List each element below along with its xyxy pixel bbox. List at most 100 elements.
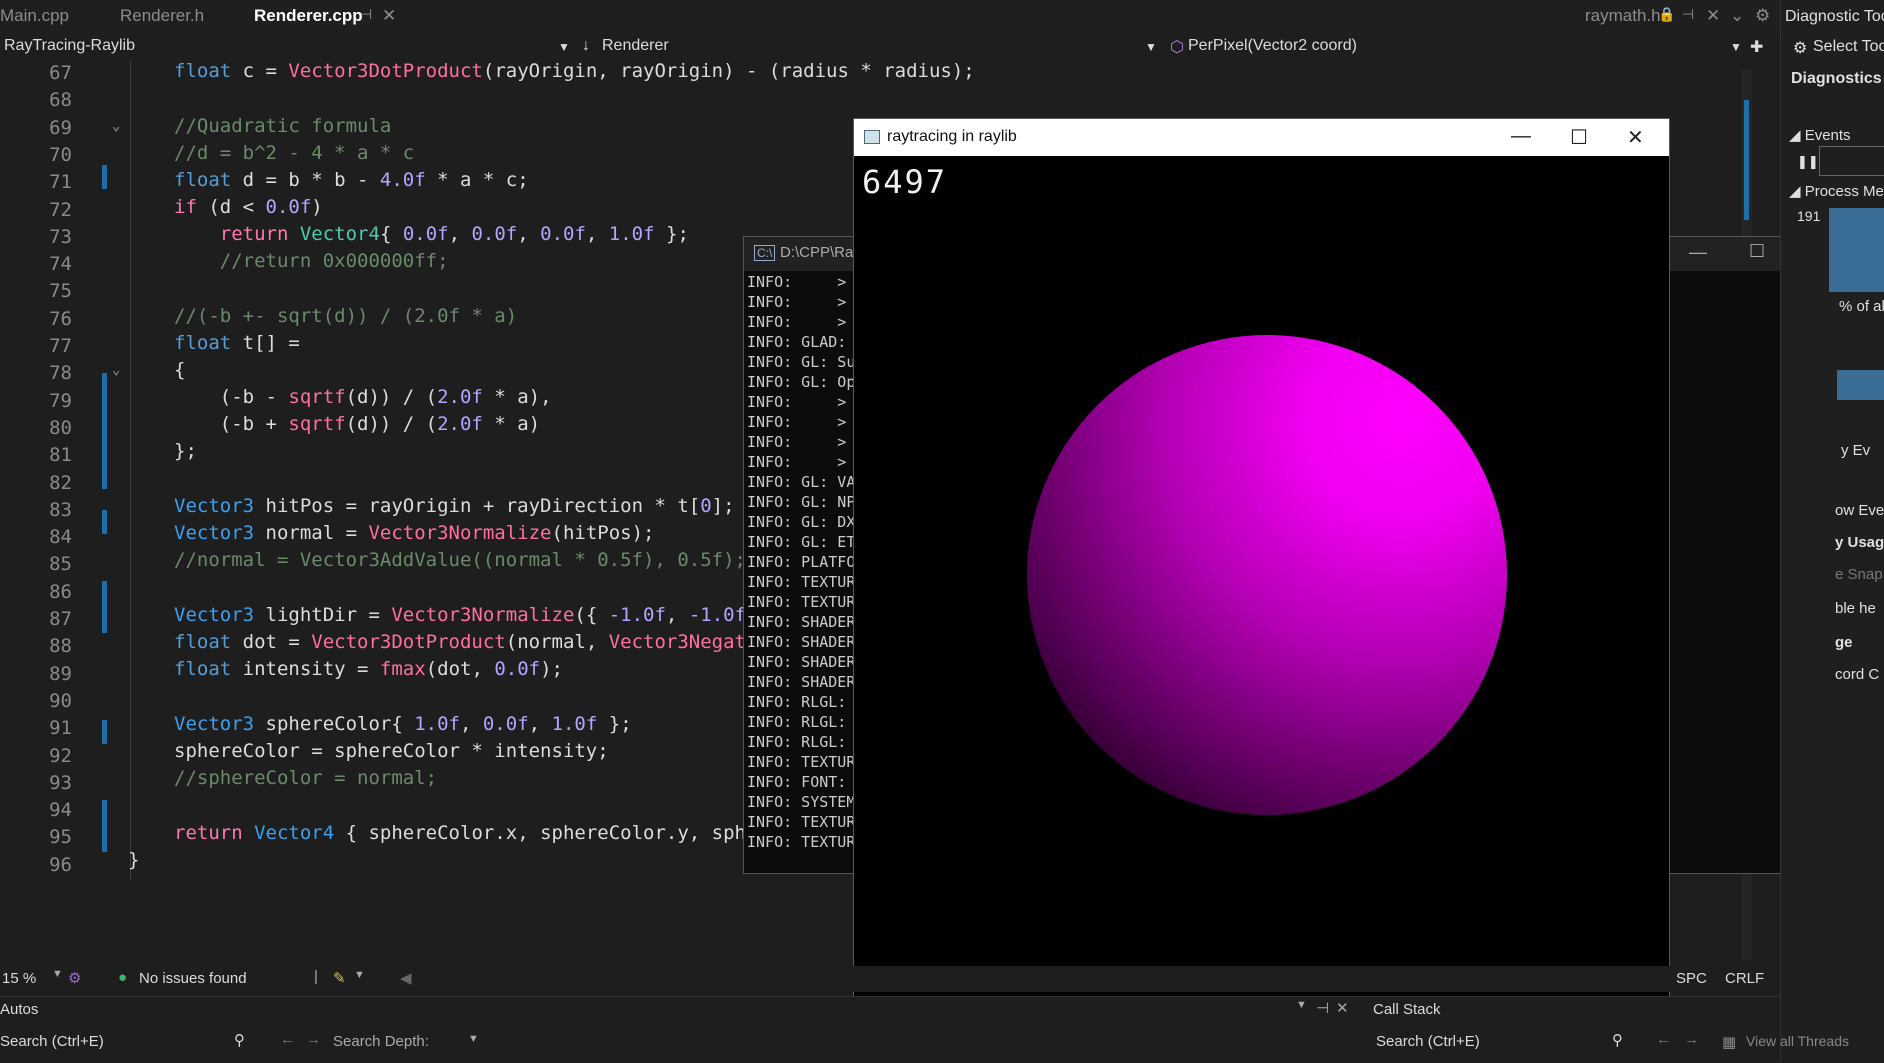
line-number: 83 <box>49 498 72 521</box>
line-number: 78 <box>49 362 72 385</box>
line-number: 77 <box>49 335 72 357</box>
rendered-sphere <box>1027 335 1507 815</box>
chevron-down-icon[interactable]: ▼ <box>1145 40 1157 54</box>
console-line: INFO: RLGL: <box>747 733 847 751</box>
console-line: INFO: GL: VA <box>747 473 856 491</box>
scroll-thumb[interactable] <box>1744 100 1749 220</box>
scroll-left-icon[interactable]: ◀ <box>400 969 412 987</box>
minimize-icon[interactable]: — <box>1689 242 1707 263</box>
split-icon[interactable]: ✚ <box>1750 37 1763 57</box>
raytracing-titlebar[interactable]: raytracing in raylib — ☐ ✕ <box>854 119 1669 156</box>
search-icon[interactable]: ⚲ <box>234 1031 245 1049</box>
line-ending-indicator[interactable]: CRLF <box>1725 970 1764 987</box>
events-header[interactable]: ◢ Events <box>1789 126 1851 144</box>
summary-item-3[interactable]: e Snap <box>1835 566 1883 583</box>
autos-search-input[interactable]: Search (Ctrl+E) <box>0 1033 104 1050</box>
arrow-left-icon[interactable]: ← <box>280 1031 295 1048</box>
summary-tabs[interactable]: y Ev <box>1841 442 1870 459</box>
change-marker <box>102 581 107 633</box>
console-line: INFO: TEXTUR <box>747 813 856 831</box>
minimize-icon[interactable]: — <box>1511 125 1531 148</box>
chevron-down-icon[interactable]: ▼ <box>1296 999 1307 1011</box>
chevron-down-icon[interactable]: ▼ <box>558 40 570 54</box>
lock-icon: 🔒 <box>1658 6 1676 22</box>
console-line: INFO: TEXTUR <box>747 593 856 611</box>
panel-title: Diagnostic Too <box>1785 8 1884 25</box>
pin-icon[interactable]: ⊣ <box>1316 999 1329 1017</box>
summary-item-6[interactable]: cord C <box>1835 666 1879 683</box>
process-memory-label: Process Mem <box>1804 183 1884 200</box>
line-number: 73 <box>49 225 72 248</box>
function-dropdown[interactable]: PerPixel(Vector2 coord) <box>1188 37 1357 55</box>
chevron-down-icon[interactable]: ▼ <box>1730 40 1742 54</box>
editor-tab-bar: Main.cpp Renderer.h Renderer.cpp ⊣ ✕ ray… <box>0 0 1780 35</box>
fold-icon[interactable]: ⌄ <box>112 362 120 378</box>
diagnostic-tools-panel: Diagnostic Too ⚙ Select Too Diagnostics … <box>1780 0 1884 1062</box>
pin-icon-2[interactable]: ⊣ <box>1682 6 1694 23</box>
code-line-76: //(-b +- sqrt(d)) / (2.0f * a) <box>174 305 518 327</box>
arrow-right-icon[interactable]: → <box>1684 1031 1699 1048</box>
separator: | <box>314 968 318 985</box>
diagnostics-session-label: Diagnostics se <box>1791 70 1884 87</box>
editor-status-bar: 15 % ▼ ⚙ ● No issues found | ✎ ▼ ◀ SPC C… <box>0 966 1780 992</box>
console-line: INFO: GL: DX <box>747 513 856 531</box>
fold-icon[interactable]: ⌄ <box>112 118 120 134</box>
line-number: 81 <box>49 444 72 467</box>
line-number: 69 <box>49 116 72 139</box>
search-depth-label: Search Depth: <box>333 1033 429 1050</box>
summary-item-2[interactable]: y Usag <box>1835 534 1884 551</box>
console-line: INFO: SHADER <box>747 673 856 691</box>
line-number: 70 <box>49 143 72 166</box>
console-line: INFO: GL: Su <box>747 353 856 371</box>
brain-icon[interactable]: ⚙ <box>68 969 81 987</box>
raytracing-window[interactable]: raytracing in raylib — ☐ ✕ 6497 <box>853 118 1670 1006</box>
line-number: 86 <box>49 580 72 603</box>
code-line-95: return Vector4 { sphereColor.x, sphereCo… <box>174 822 746 844</box>
search-icon[interactable]: ⚲ <box>1612 1031 1623 1049</box>
whitespace-indicator[interactable]: SPC <box>1676 970 1707 987</box>
close-icon[interactable]: ✕ <box>1706 6 1720 26</box>
tab-raymath-h[interactable]: raymath.h <box>1585 6 1661 26</box>
brush-icon[interactable]: ✎ <box>333 969 346 987</box>
gear-icon[interactable]: ⚙ <box>1755 6 1770 26</box>
chevron-down-icon[interactable]: ▼ <box>52 968 63 980</box>
line-number: 75 <box>49 280 72 303</box>
search-depth-dropdown[interactable]: ▼ <box>468 1033 479 1045</box>
summary-item-5[interactable]: ge <box>1835 634 1853 651</box>
check-circle-icon: ● <box>118 969 128 986</box>
close-icon[interactable]: ✕ <box>1627 125 1644 150</box>
chevron-down-icon[interactable]: ▼ <box>354 969 365 981</box>
pause-icon[interactable]: ❚❚ <box>1797 154 1819 170</box>
tab-renderer-h[interactable]: Renderer.h <box>120 6 204 26</box>
maximize-icon[interactable]: ☐ <box>1749 241 1765 262</box>
issues-status[interactable]: No issues found <box>139 970 247 987</box>
code-line-72: if (d < 0.0f) <box>174 196 323 218</box>
line-number: 96 <box>49 853 72 876</box>
maximize-icon[interactable]: ☐ <box>1570 125 1588 150</box>
close-tab-icon[interactable]: ✕ <box>382 6 396 26</box>
cube-icon: ⬡ <box>1170 39 1184 56</box>
line-number: 80 <box>49 416 72 439</box>
view-all-threads-button[interactable]: View all Threads <box>1746 1033 1849 1049</box>
console-line: INFO: GL: ET <box>747 533 856 551</box>
code-line-91: Vector3 sphereColor{ 1.0f, 0.0f, 1.0f }; <box>174 713 632 735</box>
summary-item-1[interactable]: ow Eve <box>1835 502 1884 519</box>
chevron-down-icon[interactable]: ⌄ <box>1730 6 1744 26</box>
line-number: 67 <box>49 62 72 84</box>
zoom-level[interactable]: 15 % <box>2 970 36 987</box>
scope-dropdown[interactable]: Renderer <box>602 37 669 55</box>
line-number: 95 <box>49 826 72 849</box>
call-stack-search-input[interactable]: Search (Ctrl+E) <box>1376 1033 1480 1050</box>
arrow-left-icon[interactable]: ← <box>1656 1031 1671 1048</box>
tab-main-cpp[interactable]: Main.cpp <box>0 6 69 26</box>
project-dropdown[interactable]: RayTracing-Raylib <box>4 37 135 55</box>
pin-icon[interactable]: ⊣ <box>360 6 372 23</box>
tab-renderer-cpp[interactable]: Renderer.cpp <box>254 6 363 26</box>
code-line-84: Vector3 normal = Vector3Normalize(hitPos… <box>174 522 655 544</box>
arrow-right-icon[interactable]: → <box>306 1031 321 1048</box>
summary-item-4[interactable]: ble he <box>1835 600 1876 617</box>
select-tool-button[interactable]: Select Too <box>1813 38 1884 56</box>
close-icon[interactable]: ✕ <box>1336 999 1349 1017</box>
process-memory-header[interactable]: ◢ Process Mem <box>1789 182 1884 200</box>
line-number: 92 <box>49 744 72 767</box>
